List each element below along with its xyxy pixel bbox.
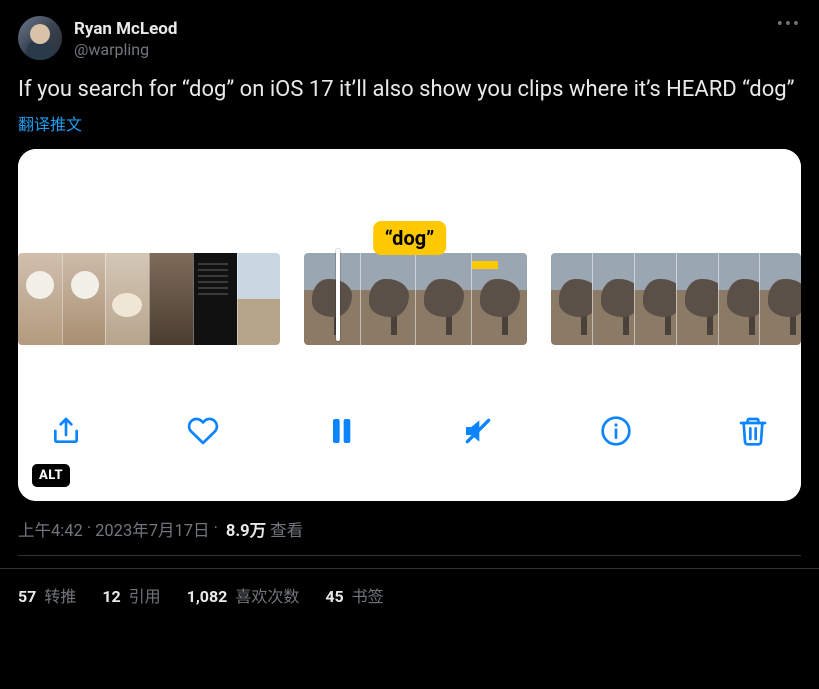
pause-icon[interactable] (323, 413, 359, 449)
clip-thumbnail[interactable] (360, 253, 416, 345)
clip-thumbnail[interactable] (592, 253, 634, 345)
tweet-time[interactable]: 上午4:42 (18, 517, 83, 541)
clip-thumbnail[interactable] (237, 253, 281, 345)
tweet-container: Ryan McLeod @warpling ••• If you search … (0, 0, 819, 569)
quotes-label: 引用 (125, 587, 161, 606)
bookmarks-stat[interactable]: 45 书签 (325, 583, 383, 607)
retweets-stat[interactable]: 57 转推 (18, 583, 76, 607)
clip-group[interactable] (18, 253, 280, 345)
clip-thumbnail[interactable] (718, 253, 760, 345)
meta-dot: · (214, 519, 218, 538)
clip-thumbnail[interactable] (304, 253, 360, 345)
stats-row: 57 转推 12 引用 1,082 喜欢次数 45 书签 (0, 569, 819, 621)
tweet-date[interactable]: 2023年7月17日 (95, 517, 209, 541)
playhead[interactable] (336, 249, 340, 341)
heart-icon[interactable] (185, 413, 221, 449)
quotes-stat[interactable]: 12 引用 (102, 583, 160, 607)
video-timeline[interactable] (18, 249, 801, 349)
clip-group[interactable] (551, 253, 801, 345)
clip-thumbnail[interactable] (62, 253, 106, 345)
views-label: 查看 (270, 517, 303, 541)
more-icon[interactable]: ••• (777, 14, 801, 35)
media-toolbar (18, 349, 801, 501)
retweets-label: 转推 (40, 587, 76, 606)
clip-thumbnail[interactable] (18, 253, 62, 345)
likes-label: 喜欢次数 (231, 587, 299, 606)
clip-thumbnail[interactable] (551, 253, 593, 345)
speaker-muted-icon[interactable] (460, 413, 496, 449)
trash-icon[interactable] (735, 413, 771, 449)
share-icon[interactable] (48, 413, 84, 449)
views-count[interactable]: 8.9万 (226, 517, 266, 541)
translate-link[interactable]: 翻译推文 (18, 111, 82, 135)
display-name[interactable]: Ryan McLeod (74, 18, 177, 40)
author-names: Ryan McLeod @warpling (74, 18, 177, 61)
clip-thumbnail[interactable] (759, 253, 801, 345)
likes-count: 1,082 (187, 587, 228, 606)
clip-thumbnail[interactable] (193, 253, 237, 345)
clip-thumbnail[interactable] (634, 253, 676, 345)
tweet-text: If you search for “dog” on iOS 17 it’ll … (18, 75, 801, 105)
clip-thumbnail[interactable] (149, 253, 193, 345)
media-card[interactable]: “dog” (18, 149, 801, 501)
caption-bubble: “dog” (373, 221, 447, 255)
avatar[interactable] (18, 16, 62, 60)
tweet-meta: 上午4:42 · 2023年7月17日 · 8.9万 查看 (18, 517, 801, 541)
media-header-area: “dog” (18, 149, 801, 249)
divider (18, 555, 801, 556)
caption-tick (472, 261, 498, 269)
bookmarks-label: 书签 (348, 587, 384, 606)
handle[interactable]: @warpling (74, 40, 177, 61)
bookmarks-count: 45 (325, 587, 343, 606)
tweet-header: Ryan McLeod @warpling ••• (18, 16, 801, 61)
clip-thumbnail[interactable] (105, 253, 149, 345)
info-icon[interactable] (598, 413, 634, 449)
quotes-count: 12 (102, 587, 120, 606)
meta-dot: · (87, 519, 91, 538)
retweets-count: 57 (18, 587, 36, 606)
clip-thumbnail[interactable] (415, 253, 471, 345)
clip-thumbnail[interactable] (676, 253, 718, 345)
alt-badge[interactable]: ALT (32, 464, 70, 487)
likes-stat[interactable]: 1,082 喜欢次数 (187, 583, 300, 607)
